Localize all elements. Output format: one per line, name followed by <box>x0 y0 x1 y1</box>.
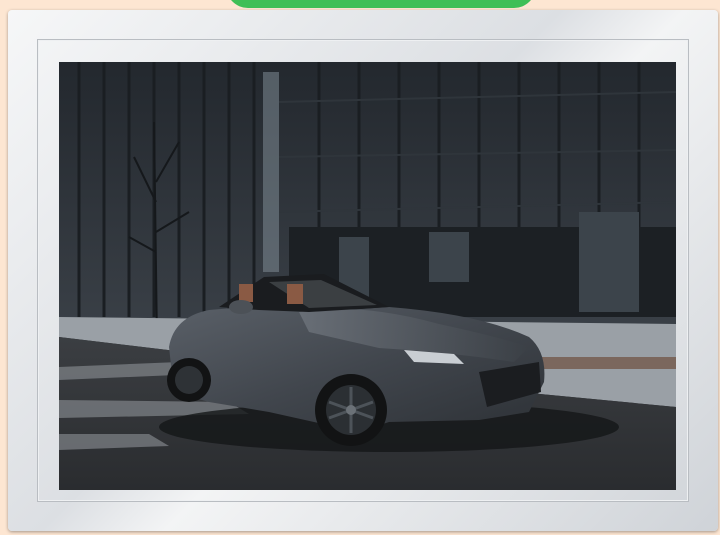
photo-scene <box>59 62 676 490</box>
reflected-tower <box>263 72 279 272</box>
top-green-tab <box>226 0 536 8</box>
curb-planter <box>539 357 676 369</box>
car-photo <box>59 62 676 490</box>
picture-frame <box>8 10 718 531</box>
